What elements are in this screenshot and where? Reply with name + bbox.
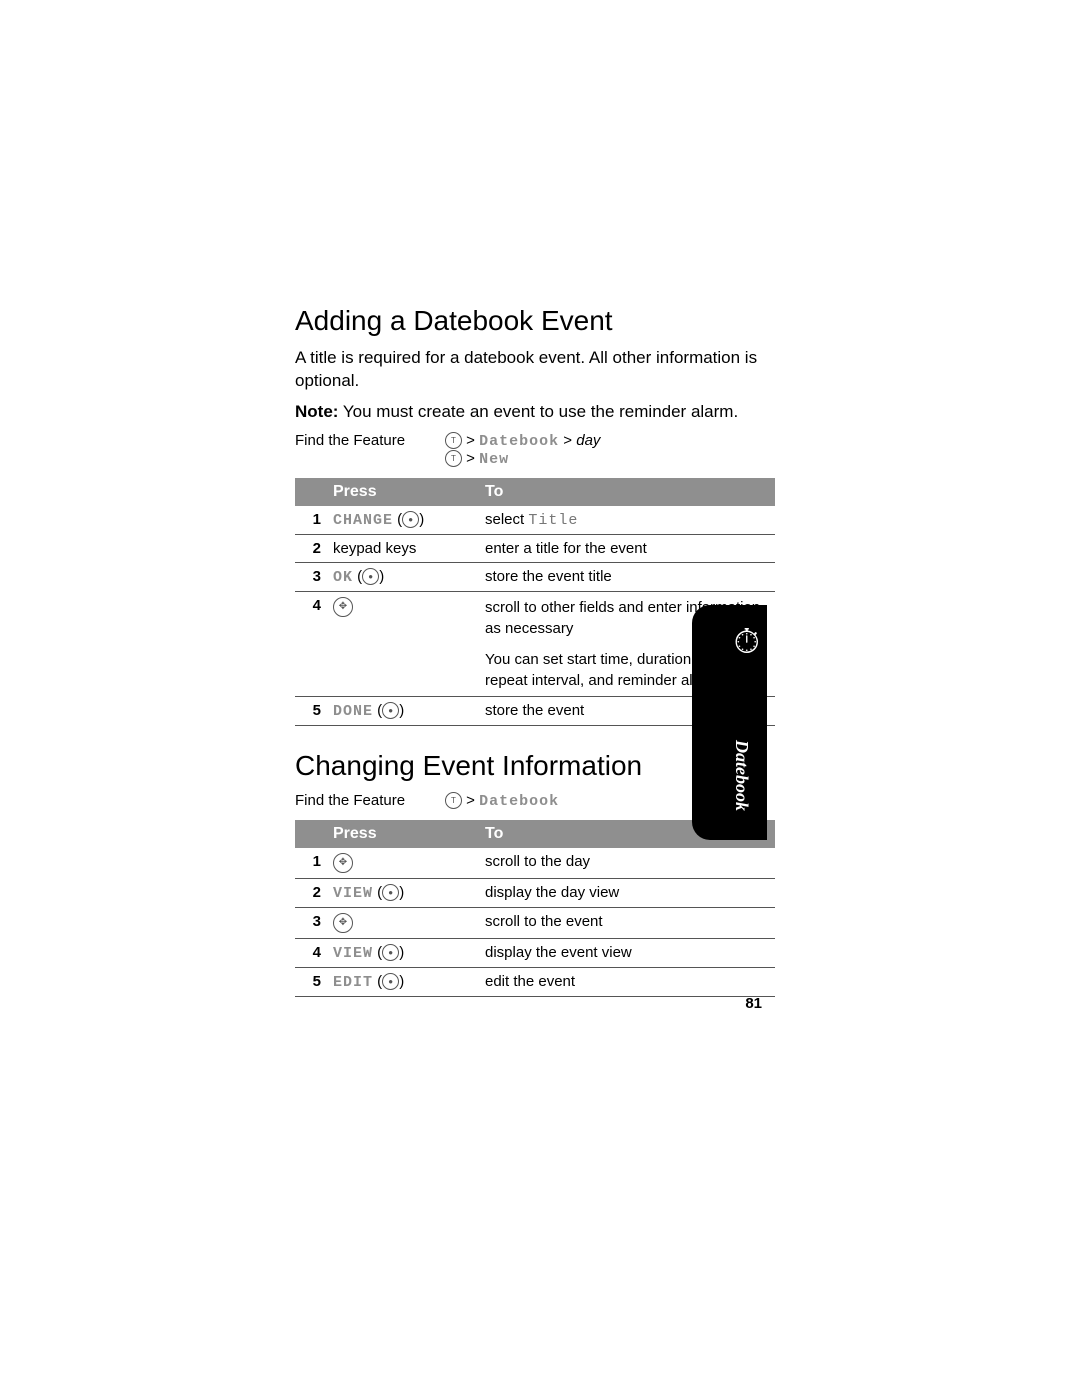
select-key-icon: ● <box>382 702 399 719</box>
section1-intro: A title is required for a datebook event… <box>295 347 775 393</box>
menu-key-icon: T <box>445 450 462 467</box>
select-key-icon: ● <box>382 944 399 961</box>
table-row: 1 ✥ scroll to the day <box>295 848 775 879</box>
select-key-icon: ● <box>382 884 399 901</box>
col-to: To <box>479 478 775 506</box>
col-press: Press <box>327 820 479 848</box>
find-feature-label: Find the Feature <box>295 792 445 809</box>
find-feature-label: Find the Feature <box>295 432 445 449</box>
table-row: 3 ✥ scroll to the event <box>295 907 775 938</box>
find-feature-path: T > Datebook > day T > New <box>445 432 775 468</box>
nav-key-icon: ✥ <box>333 597 353 617</box>
section1-heading: Adding a Datebook Event <box>295 305 775 337</box>
select-key-icon: ● <box>362 568 379 585</box>
table-row: 2 keypad keys enter a title for the even… <box>295 534 775 562</box>
nav-key-icon: ✥ <box>333 913 353 933</box>
table-row: 4 VIEW (●) display the event view <box>295 938 775 967</box>
select-key-icon: ● <box>402 511 419 528</box>
select-key-icon: ● <box>382 973 399 990</box>
table-row: 3 OK (●) store the event title <box>295 562 775 591</box>
table-row: 2 VIEW (●) display the day view <box>295 878 775 907</box>
table-row: 5 EDIT (●) edit the event <box>295 967 775 996</box>
col-press: Press <box>327 478 479 506</box>
menu-key-icon: T <box>445 792 462 809</box>
table-row: 1 CHANGE (●) select Title <box>295 506 775 535</box>
section-tab-label: Datebook <box>731 740 752 811</box>
section1-note: Note: You must create an event to use th… <box>295 401 775 424</box>
menu-key-icon: T <box>445 432 462 449</box>
datebook-tab-icon: ⏱︎ <box>733 620 760 662</box>
nav-key-icon: ✥ <box>333 853 353 873</box>
section2-table: Press To 1 ✥ scroll to the day 2 VIEW (●… <box>295 820 775 997</box>
find-feature-row-1: Find the Feature T > Datebook > day T > … <box>295 432 775 468</box>
page-number: 81 <box>745 995 762 1012</box>
table-header-row: Press To <box>295 478 775 506</box>
